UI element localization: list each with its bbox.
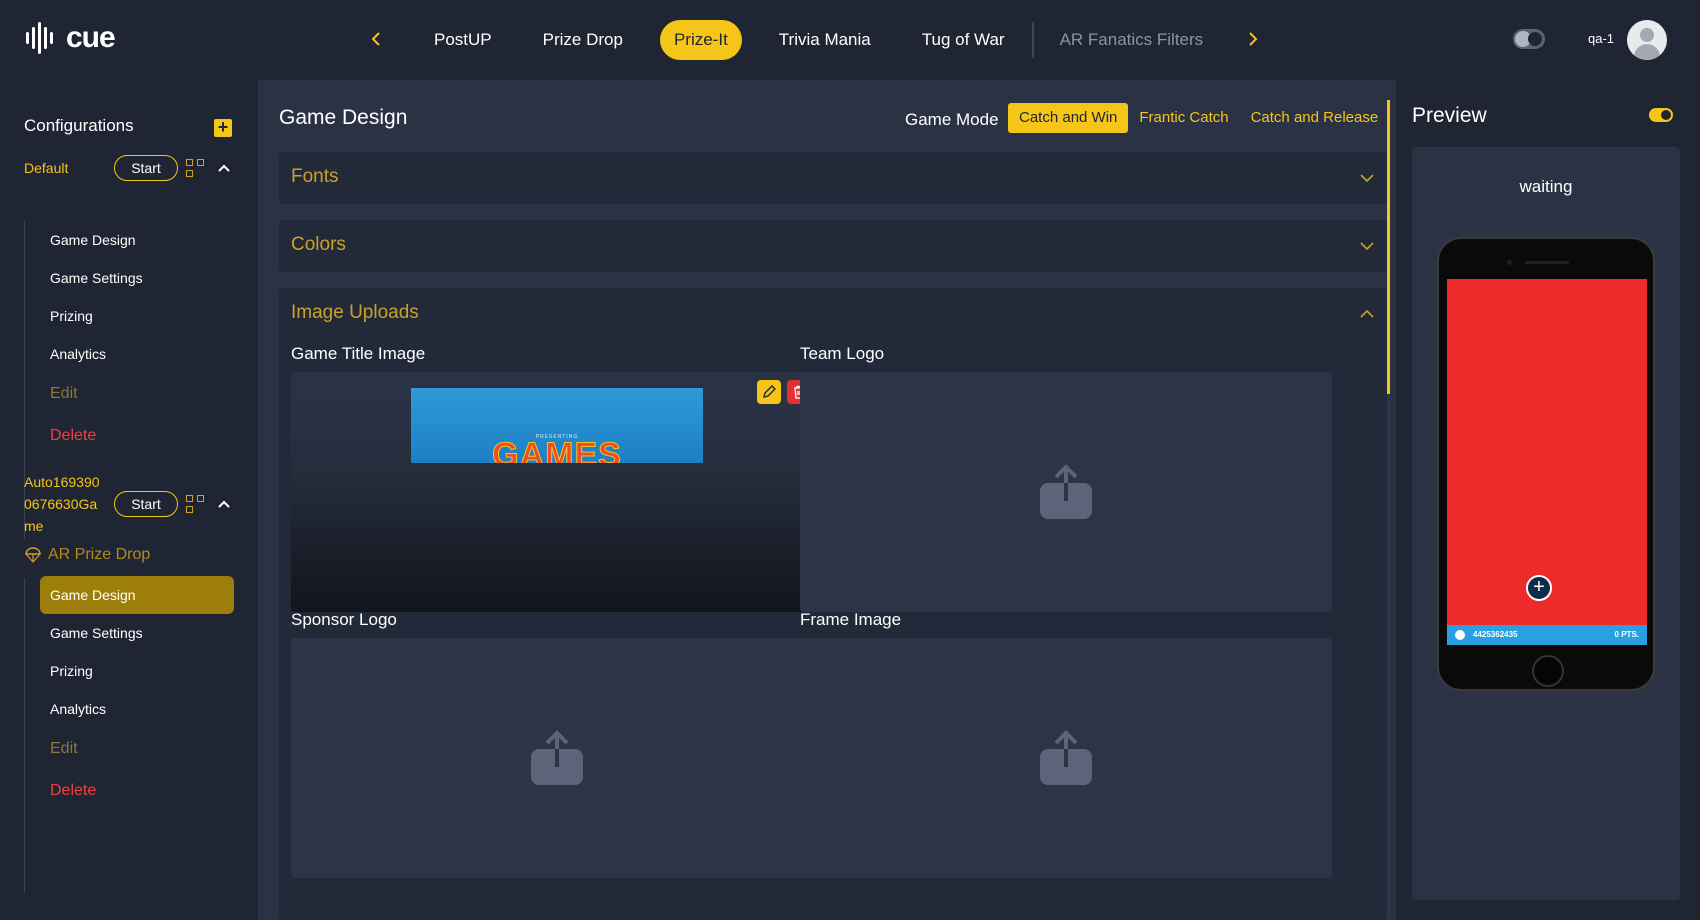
chevron-right-icon — [1249, 32, 1258, 46]
game-title-image-preview: PRESENTING GAMES — [291, 372, 823, 612]
moon-icon — [1528, 32, 1542, 46]
edit-image-button[interactable] — [757, 380, 781, 404]
preview-title: Preview — [1412, 104, 1487, 127]
tab-postup[interactable]: PostUP — [420, 20, 506, 60]
game-tabs: PostUP Prize Drop Prize-It Trivia Mania … — [420, 20, 1240, 60]
info-icon — [1455, 630, 1465, 640]
menu-analytics[interactable]: Analytics — [50, 701, 106, 717]
title-image-thumbnail: PRESENTING GAMES — [411, 388, 703, 463]
user-icon — [1640, 28, 1654, 42]
parachute-icon — [25, 547, 41, 563]
tab-prize-it[interactable]: Prize-It — [659, 20, 742, 60]
team-logo-upload[interactable] — [800, 372, 1332, 612]
game-mode-selector: Catch and Win Frantic Catch Catch and Re… — [1008, 103, 1389, 133]
menu-analytics[interactable]: Analytics — [50, 346, 106, 362]
game-mode-label: Game Mode — [905, 110, 999, 129]
game-type-ar-prize-drop: AR Prize Drop — [24, 546, 150, 564]
add-configuration-button[interactable]: + — [214, 118, 232, 137]
tab-divider — [1031, 22, 1034, 58]
fonts-section[interactable]: Fonts — [279, 152, 1387, 204]
qr-code-icon[interactable] — [186, 159, 204, 177]
frame-image-upload[interactable] — [800, 638, 1332, 878]
upload-icon — [1040, 730, 1092, 785]
theme-toggle[interactable] — [1513, 29, 1545, 49]
game-type-label: AR Prize Drop — [48, 546, 151, 563]
logo-text: cue — [66, 21, 116, 54]
colors-section-title: Colors — [291, 234, 346, 255]
upload-icon — [1040, 464, 1092, 519]
config-name-auto[interactable]: Auto169390 0676630Ga me — [24, 471, 114, 537]
team-logo-label: Team Logo — [800, 344, 885, 363]
mode-frantic-catch[interactable]: Frantic Catch — [1128, 103, 1239, 133]
phone-status-bar: 4425362435 0 PTS. — [1447, 625, 1647, 645]
image-uploads-section-title[interactable]: Image Uploads — [291, 302, 419, 324]
qr-code-icon[interactable] — [186, 495, 204, 513]
tab-tug-of-war[interactable]: Tug of War — [908, 20, 1019, 60]
phone-points: 0 PTS. — [1614, 630, 1639, 639]
image-uploads-section: Image Uploads Game Title Image PRESENTIN… — [279, 288, 1387, 920]
menu-prizing[interactable]: Prizing — [50, 663, 93, 679]
main-panel: Game Design Game Mode Catch and Win Fran… — [258, 80, 1396, 920]
menu-prizing[interactable]: Prizing — [50, 308, 93, 324]
chevron-down-icon — [1360, 174, 1374, 183]
speaker-icon — [1525, 261, 1569, 264]
plus-icon: + — [1526, 575, 1552, 601]
nav-next-button[interactable] — [1240, 26, 1266, 52]
menu-edit[interactable]: Edit — [50, 740, 78, 758]
chevron-up-icon[interactable] — [1359, 306, 1375, 322]
start-button[interactable]: Start — [114, 155, 178, 181]
menu-game-settings[interactable]: Game Settings — [50, 625, 143, 641]
chevron-down-icon — [1360, 242, 1374, 251]
chevron-left-icon — [371, 32, 380, 46]
phone-mockup: 4425362435 0 PTS. + — [1437, 237, 1655, 691]
tab-prize-drop[interactable]: Prize Drop — [529, 20, 637, 60]
chevron-up-icon[interactable] — [216, 496, 232, 512]
mode-catch-and-win[interactable]: Catch and Win — [1008, 103, 1129, 133]
config-menu-auto — [24, 578, 25, 893]
sidebar: Configurations + Default Start Game Desi… — [0, 80, 258, 920]
toggle-knob — [1661, 110, 1671, 120]
menu-game-settings[interactable]: Game Settings — [50, 270, 143, 286]
config-row-auto: Auto169390 0676630Ga me Start — [24, 471, 232, 537]
menu-delete[interactable]: Delete — [50, 427, 96, 445]
preview-status: waiting — [1519, 177, 1573, 196]
menu-edit[interactable]: Edit — [50, 385, 78, 403]
config-row-default: Default Start — [24, 155, 232, 181]
start-button[interactable]: Start — [114, 491, 178, 517]
preview-toggle[interactable] — [1649, 108, 1673, 122]
phone-bar-text: 4425362435 — [1473, 630, 1518, 639]
home-button-icon — [1532, 655, 1564, 687]
sponsor-logo-upload[interactable] — [291, 638, 823, 878]
chevron-up-icon[interactable] — [216, 160, 232, 176]
game-title-image-label: Game Title Image — [291, 344, 426, 363]
pencil-icon — [763, 385, 776, 398]
colors-section[interactable]: Colors — [279, 220, 1387, 272]
user-name: qa-1 — [1588, 31, 1615, 46]
tab-ar-fanatics-filters[interactable]: AR Fanatics Filters — [1046, 20, 1218, 60]
menu-delete[interactable]: Delete — [50, 782, 96, 800]
page-title: Game Design — [279, 106, 408, 129]
camera-icon — [1507, 260, 1512, 265]
configurations-title: Configurations — [24, 116, 134, 135]
scrollbar-thumb[interactable] — [1387, 100, 1390, 394]
mode-catch-and-release[interactable]: Catch and Release — [1240, 103, 1390, 133]
menu-game-design-active[interactable]: Game Design — [40, 576, 234, 614]
frame-image-label: Frame Image — [800, 610, 902, 629]
audio-wave-icon — [24, 20, 60, 56]
sponsor-logo-label: Sponsor Logo — [291, 610, 397, 629]
top-bar: cue PostUP Prize Drop Prize-It Trivia Ma… — [0, 0, 1700, 80]
tab-trivia-mania[interactable]: Trivia Mania — [765, 20, 885, 60]
fonts-section-title: Fonts — [291, 166, 339, 187]
avatar[interactable] — [1627, 20, 1667, 60]
upload-icon — [531, 730, 583, 785]
preview-panel: waiting 4425362435 0 PTS. + — [1412, 147, 1680, 900]
config-name[interactable]: Default — [24, 157, 114, 179]
nav-prev-button[interactable] — [363, 26, 389, 52]
cue-logo[interactable]: cue — [24, 20, 116, 56]
menu-game-design[interactable]: Game Design — [50, 232, 136, 248]
